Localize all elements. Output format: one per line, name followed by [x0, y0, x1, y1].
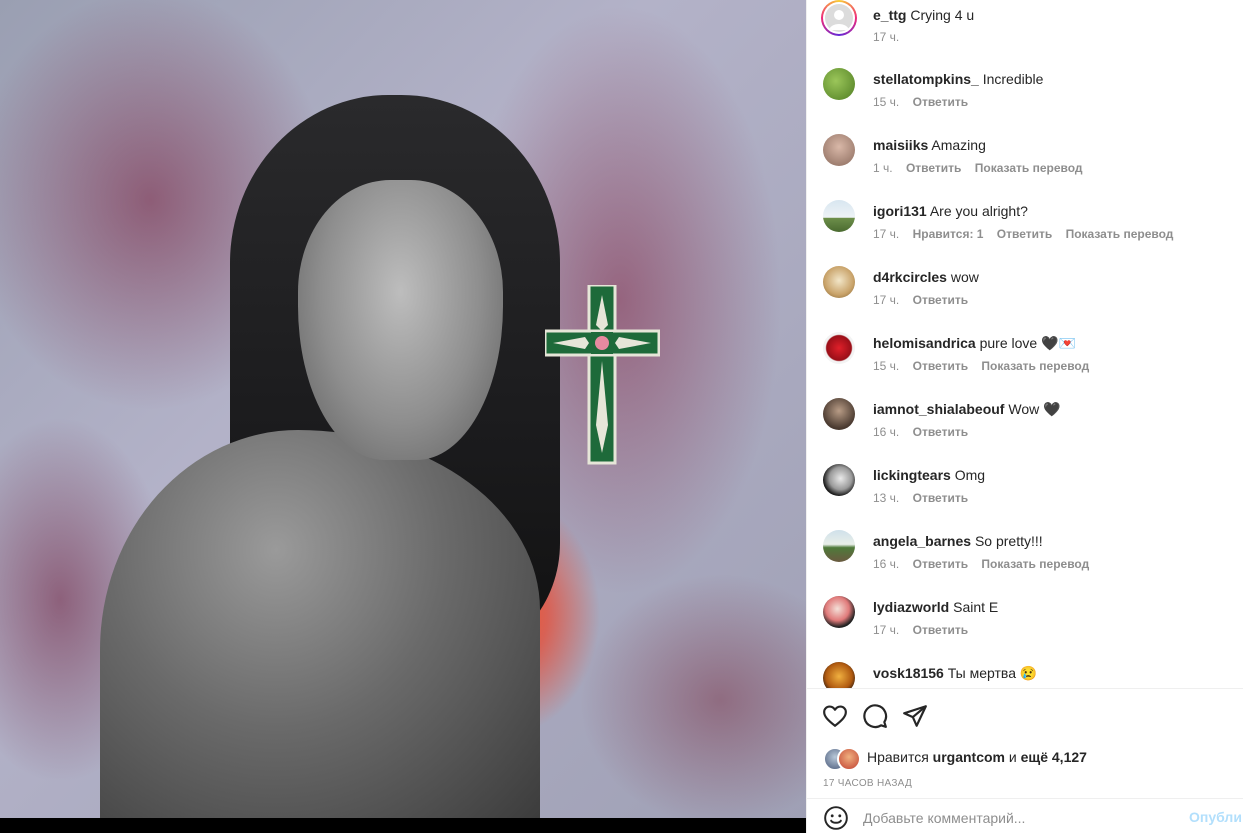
reply-button[interactable]: Ответить [913, 95, 968, 109]
commenter-avatar[interactable] [823, 68, 855, 100]
comment-text: Incredible [982, 71, 1044, 87]
divider [807, 798, 1243, 799]
comment-username[interactable]: helomisandrica [873, 335, 976, 351]
comment-text: So pretty!!! [974, 533, 1043, 549]
comment-username[interactable]: stellatompkins_ [873, 71, 979, 87]
reply-button[interactable]: Ответить [997, 227, 1052, 241]
comment-username[interactable]: lickingtears [873, 467, 951, 483]
post-comment-button[interactable]: Опубли [1189, 809, 1242, 825]
comment-username[interactable]: vosk18156 [873, 665, 944, 681]
comment-text: wow [950, 269, 979, 285]
comment-text: Wow 🖤 [1008, 401, 1061, 417]
comment-item: angela_barnes So pretty!!! 16 ч. Ответит… [823, 530, 1233, 590]
translate-button[interactable]: Показать перевод [981, 557, 1089, 571]
comment-text: Omg [954, 467, 986, 483]
comment-text: Saint E [953, 599, 999, 615]
caption-username[interactable]: e_ttg [873, 7, 906, 23]
commenter-avatar[interactable] [823, 332, 855, 364]
comment-item: igori131 Are you alright? 17 ч. Нравится… [823, 200, 1233, 260]
comment-item: vosk18156 Ты мертва 😢 [823, 662, 1233, 688]
comment-text: Are you alright? [929, 203, 1028, 219]
comment-text: Amazing [931, 137, 986, 153]
heart-icon[interactable] [822, 703, 848, 729]
caption-text: Crying 4 u [910, 7, 975, 23]
comment-username[interactable]: maisiiks [873, 137, 928, 153]
commenter-avatar[interactable] [823, 530, 855, 562]
reply-button[interactable]: Ответить [913, 293, 968, 307]
reply-button[interactable]: Ответить [906, 161, 961, 175]
paper-plane-icon[interactable] [902, 703, 928, 729]
comment-username[interactable]: igori131 [873, 203, 927, 219]
comment-username[interactable]: iamnot_shialabeouf [873, 401, 1004, 417]
portrait-face [298, 180, 503, 460]
caption-time[interactable]: 17 ч. [873, 30, 899, 44]
likes-others-count[interactable]: ещё 4,127 [1021, 749, 1087, 765]
comment-time[interactable]: 17 ч. [873, 623, 899, 637]
commenter-avatar[interactable] [823, 200, 855, 232]
comment-item: stellatompkins_ Incredible 15 ч. Ответит… [823, 68, 1233, 128]
translate-button[interactable]: Показать перевод [975, 161, 1083, 175]
comment-text: pure love 🖤💌 [979, 335, 1076, 351]
divider [807, 688, 1243, 689]
likes-joiner: и [1008, 749, 1017, 765]
translate-button[interactable]: Показать перевод [981, 359, 1089, 373]
comment-username[interactable]: d4rkcircles [873, 269, 947, 285]
comment-time[interactable]: 17 ч. [873, 293, 899, 307]
author-avatar[interactable] [821, 0, 857, 36]
likes-prefix: Нравится [867, 749, 929, 765]
liker-avatar[interactable] [837, 747, 861, 771]
photo-bottom-bar [0, 818, 806, 833]
reply-button[interactable]: Ответить [913, 557, 968, 571]
reply-button[interactable]: Ответить [913, 359, 968, 373]
comment-time[interactable]: 17 ч. [873, 227, 899, 241]
green-cross-icon [545, 285, 660, 465]
liker-username[interactable]: urgantcom [933, 749, 1005, 765]
commenter-avatar[interactable] [823, 464, 855, 496]
comments-list[interactable]: e_ttg Crying 4 u 17 ч. stellatompkins_ I… [807, 0, 1243, 688]
comment-time[interactable]: 16 ч. [873, 425, 899, 439]
post-timestamp[interactable]: 17 ЧАСОВ НАЗАД [823, 778, 912, 789]
translate-button[interactable]: Показать перевод [1066, 227, 1174, 241]
portrait-body [100, 430, 540, 818]
reply-button[interactable]: Ответить [913, 623, 968, 637]
comment-item: iamnot_shialabeouf Wow 🖤 16 ч. Ответить [823, 398, 1233, 458]
comment-username[interactable]: lydiazworld [873, 599, 949, 615]
comment-bubble-icon[interactable] [862, 703, 888, 729]
post-photo[interactable] [0, 0, 806, 818]
comment-item: helomisandrica pure love 🖤💌 15 ч. Ответи… [823, 332, 1233, 392]
comment-input[interactable] [863, 808, 1163, 828]
comment-time[interactable]: 15 ч. [873, 359, 899, 373]
reply-button[interactable]: Ответить [913, 491, 968, 505]
comment-text: Ты мертва 😢 [947, 665, 1038, 681]
comment-username[interactable]: angela_barnes [873, 533, 971, 549]
post-side-panel: e_ttg Crying 4 u 17 ч. stellatompkins_ I… [806, 0, 1243, 833]
comment-time[interactable]: 1 ч. [873, 161, 893, 175]
commenter-avatar[interactable] [823, 398, 855, 430]
default-user-icon [829, 10, 849, 30]
comment-item: lickingtears Omg 13 ч. Ответить [823, 464, 1233, 524]
comment-item: maisiiks Amazing 1 ч. Ответить Показать … [823, 134, 1233, 194]
comment-time[interactable]: 16 ч. [873, 557, 899, 571]
comment-time[interactable]: 15 ч. [873, 95, 899, 109]
commenter-avatar[interactable] [823, 134, 855, 166]
reply-button[interactable]: Ответить [913, 425, 968, 439]
comment-time[interactable]: 13 ч. [873, 491, 899, 505]
commenter-avatar[interactable] [823, 266, 855, 298]
comment-item: lydiazworld Saint E 17 ч. Ответить [823, 596, 1233, 656]
likes-summary[interactable]: Нравится urgantcom и ещё 4,127 [823, 746, 1223, 771]
commenter-avatar[interactable] [823, 662, 855, 688]
emoji-icon[interactable] [823, 805, 849, 831]
comment-item: d4rkcircles wow 17 ч. Ответить [823, 266, 1233, 326]
comment-likes-count[interactable]: Нравится: 1 [913, 227, 984, 241]
commenter-avatar[interactable] [823, 596, 855, 628]
caption: e_ttg Crying 4 u 17 ч. [821, 0, 1233, 62]
